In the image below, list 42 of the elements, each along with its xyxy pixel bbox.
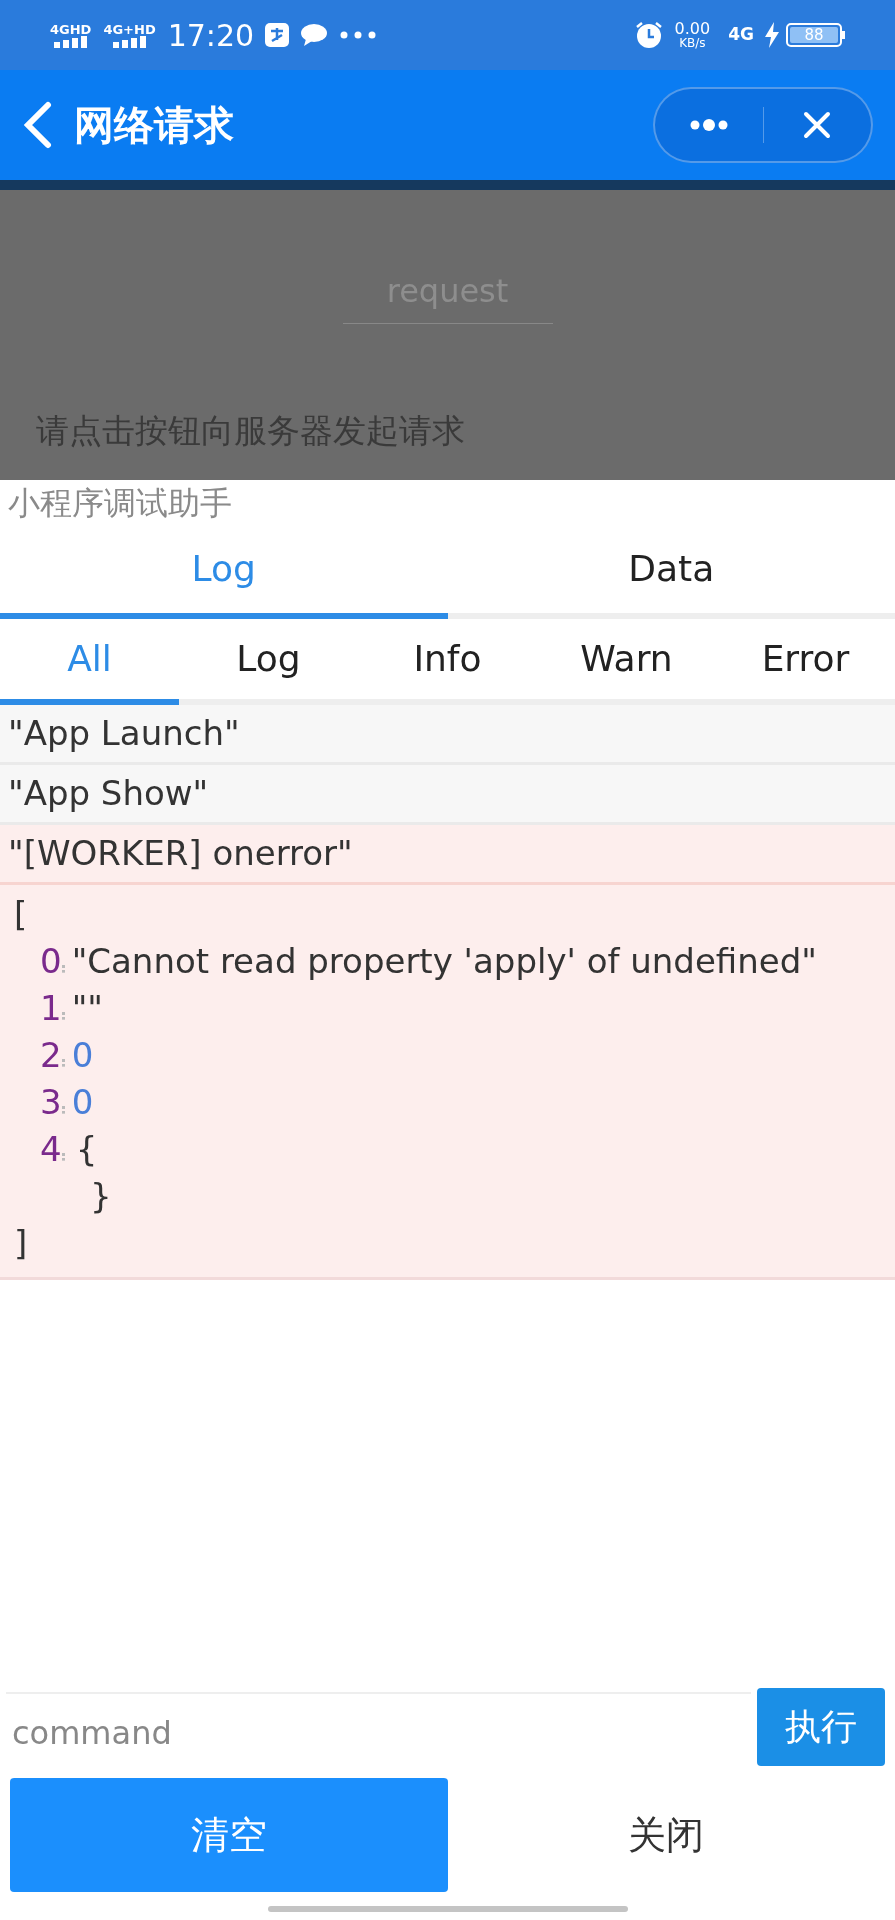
signal-icon: [112, 35, 147, 48]
chat-bubble-icon: [300, 23, 329, 47]
log-entry: "[WORKER] onerror": [0, 825, 895, 885]
close-icon: [803, 111, 832, 139]
charging-icon: [764, 22, 780, 48]
bracket: ]: [14, 1222, 28, 1265]
more-icon: [340, 31, 377, 39]
command-field[interactable]: command: [6, 1692, 751, 1766]
log-entry: "App Show": [0, 765, 895, 825]
speed-unit: KB/s: [679, 37, 706, 49]
array-index: 1: [40, 987, 62, 1030]
filter-tab[interactable]: Info: [358, 619, 537, 705]
speed-value: 0.00: [674, 21, 711, 37]
array-index: 4: [40, 1128, 62, 1171]
tab[interactable]: Data: [447, 525, 895, 619]
filter-tab[interactable]: Error: [716, 619, 895, 705]
bracket: [: [14, 893, 28, 936]
filter-tab[interactable]: Log: [179, 619, 358, 705]
brace: }: [90, 1175, 112, 1218]
back-button[interactable]: [22, 101, 52, 149]
log-entry: "App Launch": [0, 705, 895, 765]
brace: {: [74, 1128, 98, 1171]
array-index: 0: [40, 940, 62, 983]
mobile-data-label: 4G: [728, 23, 754, 47]
network-label: 4G+HD: [103, 22, 156, 36]
page-title: 网络请求: [74, 101, 234, 150]
tab[interactable]: Log: [0, 525, 448, 619]
string-value: "": [71, 987, 103, 1030]
filter-tab[interactable]: Warn: [537, 619, 716, 705]
array-index: 2: [40, 1034, 62, 1077]
alarm-clock-icon: [634, 21, 663, 49]
signal-icon: [53, 35, 88, 48]
number-value: 0: [71, 1081, 94, 1124]
string-value: "Cannot read property 'apply' of undefined": [71, 940, 817, 983]
clock-time: 17:20: [167, 16, 255, 55]
battery-level: 88: [804, 27, 824, 43]
panel-title: 小程序调试助手: [8, 482, 232, 524]
number-value: 0: [71, 1034, 94, 1077]
more-icon: [688, 118, 729, 132]
network-label: 4GHD: [50, 22, 92, 36]
array-index: 3: [40, 1081, 62, 1124]
app-icon: [264, 22, 291, 48]
